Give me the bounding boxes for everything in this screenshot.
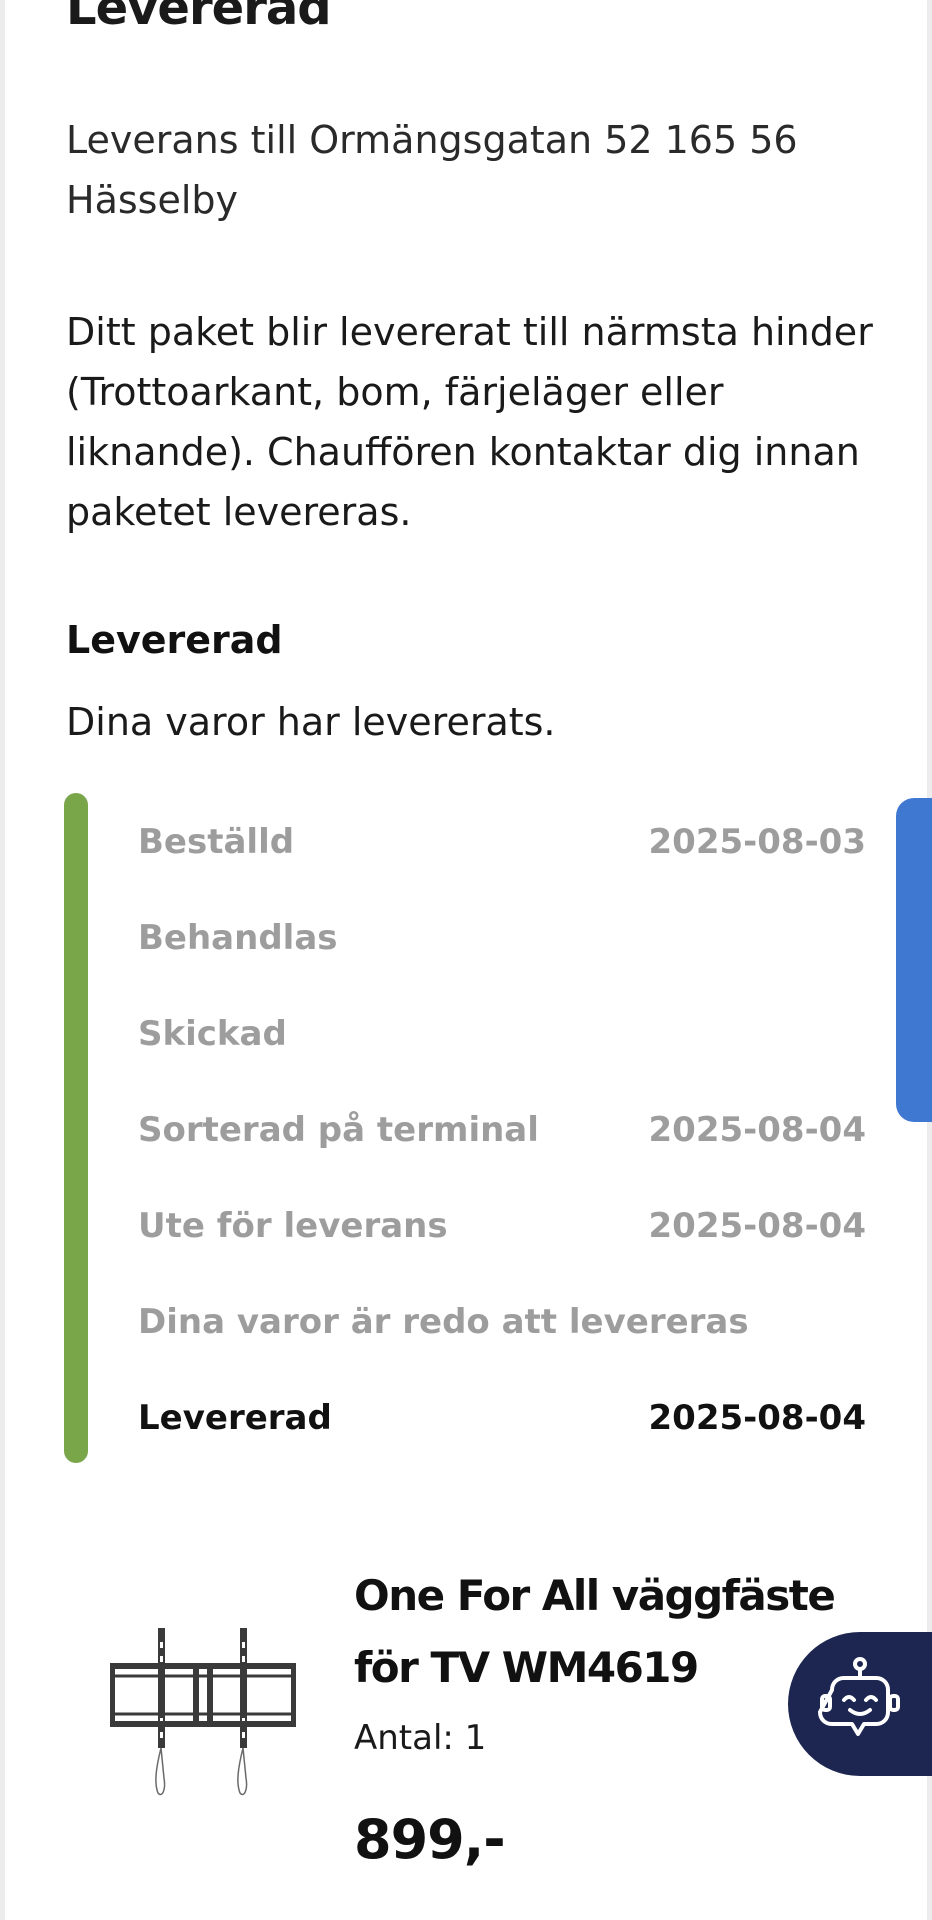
step-date: 2025-08-03	[648, 822, 866, 862]
status-description: Dina varor har levererats.	[66, 700, 556, 744]
status-heading: Levererad	[66, 618, 283, 662]
tracking-step-out-for-delivery: Ute för leverans 2025-08-04	[138, 1178, 866, 1274]
delivery-info: Ditt paket blir levererat till närmsta h…	[66, 310, 873, 534]
step-date: 2025-08-04	[648, 1206, 866, 1246]
product-quantity: Antal: 1	[354, 1718, 487, 1758]
tv-wall-mount-image[interactable]	[109, 1628, 297, 1798]
tracking-steps: Beställd 2025-08-03 Behandlas Skickad So…	[138, 793, 866, 1466]
progress-bar	[64, 793, 88, 1463]
tracking-step-processing: Behandlas	[138, 890, 866, 986]
product-price: 899,-	[354, 1808, 506, 1871]
tracking-step-ready: Dina varor är redo att levereras	[138, 1274, 866, 1370]
step-date: 2025-08-04	[648, 1110, 866, 1150]
step-label: Beställd	[138, 822, 295, 862]
step-label: Ute för leverans	[138, 1206, 448, 1246]
step-label: Dina varor är redo att levereras	[138, 1302, 749, 1342]
step-label: Skickad	[138, 1014, 287, 1054]
chatbot-robot-icon	[810, 1652, 910, 1757]
delivery-address: Leverans till Ormängsgatan 52 165 56 Häs…	[66, 118, 798, 222]
step-date: 2025-08-04	[648, 1398, 866, 1438]
tracking-step-delivered: Levererad 2025-08-04	[138, 1370, 866, 1466]
chatbot-button[interactable]	[788, 1632, 932, 1776]
tracking-step-shipped: Skickad	[138, 986, 866, 1082]
tracking-step-ordered: Beställd 2025-08-03	[138, 794, 866, 890]
step-label: Sorterad på terminal	[138, 1110, 539, 1150]
tracking-step-sorted: Sorterad på terminal 2025-08-04	[138, 1082, 866, 1178]
step-label: Levererad	[138, 1398, 332, 1438]
side-scroll-tab[interactable]	[896, 798, 932, 1122]
page-title: Levererad	[66, 0, 332, 36]
step-label: Behandlas	[138, 918, 338, 958]
